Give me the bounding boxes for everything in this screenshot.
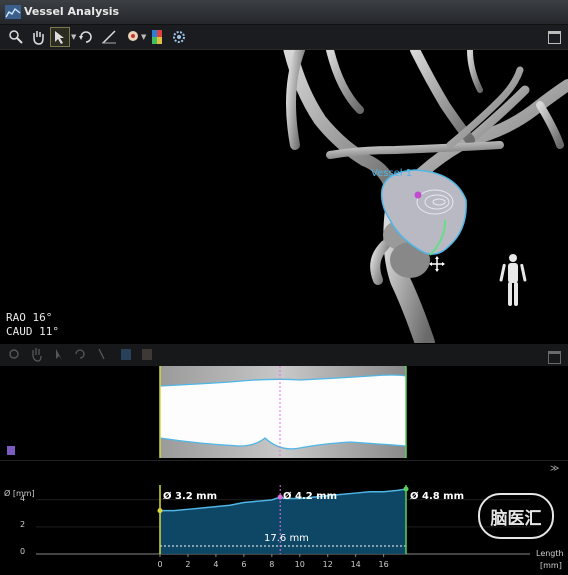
diameter-graph[interactable]: ≫ Ø [mm] Length [mm] 0 2 4 0 2 4 6 8 10 12 14 16… (0, 460, 568, 575)
diameter-end-label: Ø 4.8 mm (410, 491, 465, 502)
3d-vessel-viewport[interactable]: Vessel 1 RAO 16° CAUD 11° (0, 50, 568, 343)
move-cursor-icon (429, 256, 445, 272)
mid-point (277, 494, 283, 500)
color-map-icon[interactable] (147, 27, 167, 47)
straightened-view-toolbar (0, 344, 568, 366)
end-point (403, 486, 409, 492)
x-tick-label: 0 (157, 560, 162, 569)
title-bar: Vessel Analysis (0, 0, 568, 25)
x-tick-label: 2 (185, 560, 190, 569)
diameter-mid-label: Ø 4.2 mm (283, 491, 338, 502)
straightened-vessel-image (7, 366, 407, 458)
x-tick-label: 10 (295, 560, 305, 569)
settings-icon[interactable] (169, 27, 189, 47)
x-tick-label: 12 (323, 560, 333, 569)
pan-hand-icon[interactable] (28, 27, 48, 47)
x-tick-label: 4 (213, 560, 218, 569)
length-label: 17.6 mm (264, 533, 309, 544)
zoom-icon[interactable] (6, 27, 26, 47)
window-title: Vessel Analysis (24, 5, 120, 18)
straightened-vessel-view[interactable] (0, 366, 568, 460)
watermark-text: 脑医汇 (490, 508, 542, 529)
vessel-3d-rendering (283, 50, 568, 343)
rotate-icon[interactable] (76, 27, 96, 47)
head-icon[interactable] (123, 27, 143, 47)
vessel-label: Vessel 1 (371, 168, 413, 179)
orientation-rao: RAO 16° (6, 311, 53, 324)
orientation-caud: CAUD 11° (6, 325, 59, 338)
vessel-analysis-app-icon (5, 5, 21, 19)
x-tick-label: 16 (379, 560, 389, 569)
maximize-viewer-icon[interactable] (548, 31, 561, 44)
x-tick-label: 6 (241, 560, 246, 569)
start-point (157, 508, 163, 514)
patient-orientation-figure-icon (499, 254, 527, 306)
maximize-strip-icon[interactable] (548, 351, 561, 364)
select-point-icon[interactable] (50, 27, 70, 47)
head-dropdown-caret-icon[interactable]: ▼ (141, 33, 146, 41)
x-tick-label: 14 (351, 560, 361, 569)
vessel-point-marker[interactable] (414, 191, 422, 199)
watermark-logo: 脑医汇 (478, 493, 554, 539)
measure-line-icon[interactable] (99, 27, 119, 47)
main-toolbar: ▼ ▼ (0, 25, 568, 50)
x-tick-label: 8 (269, 560, 274, 569)
diameter-start-label: Ø 3.2 mm (163, 491, 218, 502)
